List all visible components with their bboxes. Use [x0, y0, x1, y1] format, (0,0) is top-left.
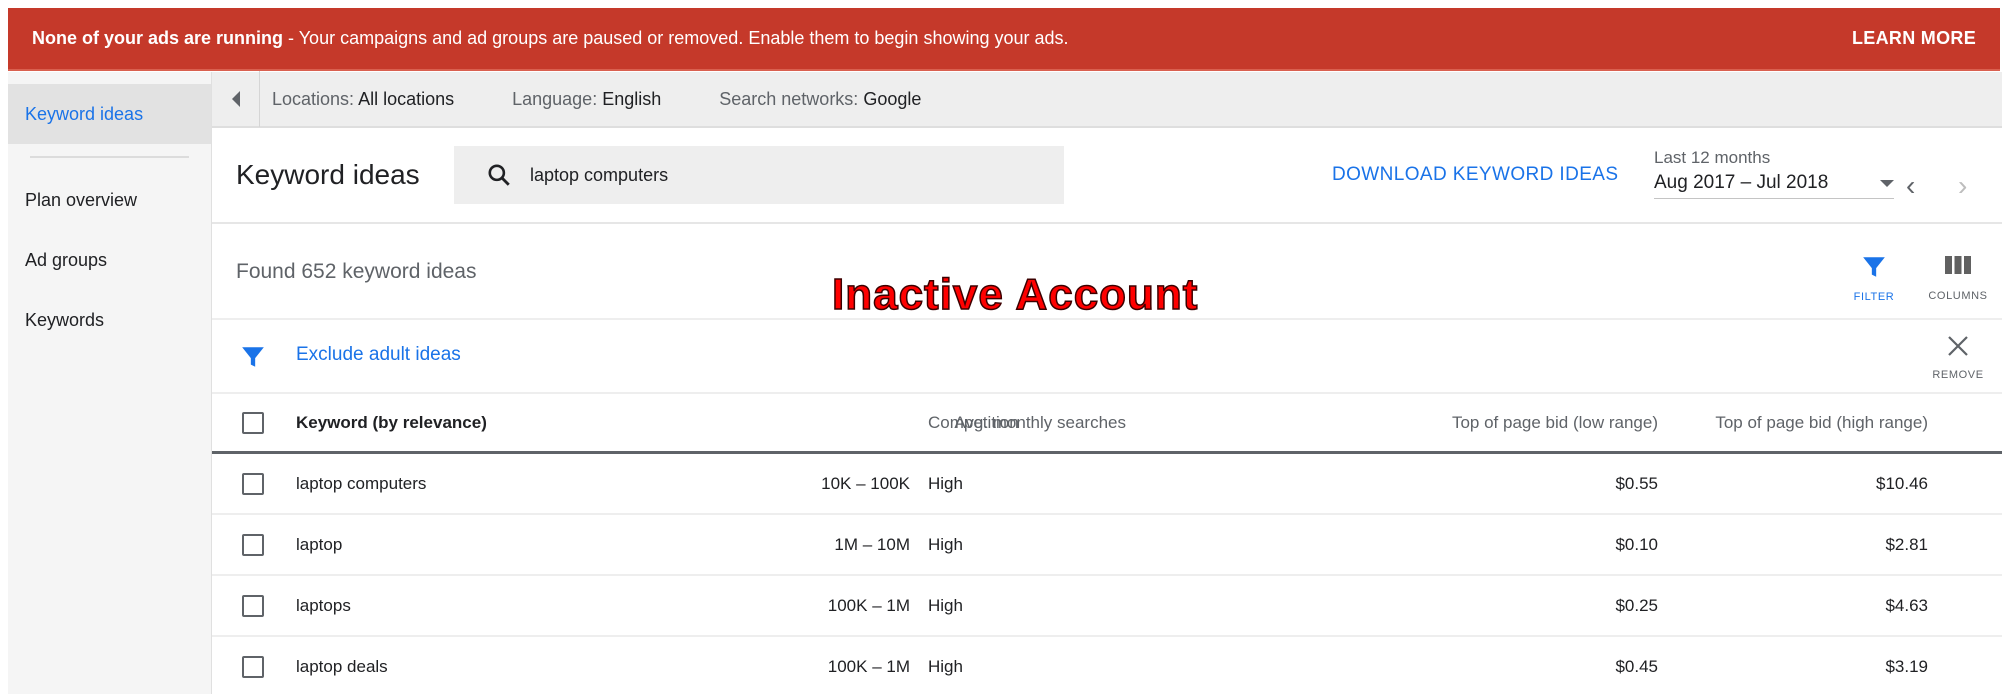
bid-low-cell: $0.25 [1615, 595, 1658, 615]
filter-button[interactable]: FILTER [1834, 254, 1914, 303]
bid-low-cell: $0.55 [1615, 473, 1658, 493]
close-icon [1948, 336, 1968, 356]
results-summary-bar: Found 652 keyword ideas Inactive Account… [212, 224, 2002, 320]
searches-cell: 1M – 10M [834, 534, 910, 554]
search-query: laptop computers [530, 164, 669, 185]
banner-message: None of your ads are running - Your camp… [32, 28, 1852, 49]
competition-cell: High [928, 595, 963, 615]
searches-cell: 10K – 100K [821, 473, 910, 493]
banner-bold: None of your ads are running [32, 28, 284, 48]
bid-high-cell: $2.81 [1885, 534, 1928, 554]
networks-value: Google [863, 88, 922, 109]
language-label: Language: [512, 88, 603, 109]
bid-high-cell: $3.19 [1885, 656, 1928, 676]
table-row: laptops100K – 1MHigh$0.25$4.63– [212, 576, 2002, 637]
active-filter-row: Exclude adult ideas REMOVE [212, 320, 2002, 394]
table-row: laptop1M – 10MHigh$0.10$2.81– [212, 515, 2002, 576]
date-range-label: Last 12 months [1654, 148, 1771, 167]
columns-icon [1945, 256, 1971, 274]
sidebar-item-keyword-ideas[interactable]: Keyword ideas [8, 84, 211, 144]
alert-banner: None of your ads are running - Your camp… [8, 8, 2000, 71]
row-checkbox[interactable] [242, 594, 264, 617]
search-networks-selector[interactable]: Search networks: Google [719, 89, 921, 110]
bid-low-cell: $0.45 [1615, 656, 1658, 676]
bid-low-cell: $0.10 [1615, 534, 1658, 554]
table-row: laptop computers 10K – 100K High $0.55 $10.4… [212, 454, 2002, 515]
dropdown-arrow-icon [1880, 179, 1894, 187]
bid-high-cell: $4.63 [1885, 595, 1928, 615]
columns-label: COLUMNS [1928, 290, 1988, 302]
filter-icon [1863, 257, 1885, 277]
locations-label: Locations: [272, 88, 359, 109]
column-header-keyword[interactable]: Keyword (by relevance) [296, 413, 487, 433]
remove-filter-button[interactable]: REMOVE [1918, 334, 1998, 381]
row-checkbox[interactable] [242, 655, 264, 678]
triangle-left-icon [231, 91, 240, 107]
date-range-value: Aug 2017 – Jul 2018 [1654, 172, 1829, 193]
page-header: Keyword ideas laptop computers DOWNLOAD … [212, 128, 2002, 224]
keyword-cell: laptop deals [296, 656, 388, 676]
locations-value: All locations [358, 88, 455, 109]
filter-label: FILTER [1853, 291, 1895, 303]
keyword-cell: laptop computers [296, 473, 427, 493]
previous-period-icon[interactable]: ‹ [1906, 172, 1915, 200]
bid-high-cell: $10.46 [1876, 473, 1928, 493]
sidebar-item-ad-groups[interactable]: Ad groups [8, 230, 211, 290]
sidebar: Keyword ideas Plan overview Ad groups Ke… [8, 72, 212, 694]
column-header-competition[interactable]: Competition [928, 413, 1019, 433]
targeting-bar: Locations: All locations Language: Engli… [212, 71, 2002, 128]
row-checkbox[interactable] [242, 533, 264, 556]
filter-icon [242, 347, 264, 367]
sidebar-item-keywords[interactable]: Keywords [8, 290, 211, 350]
page-title: Keyword ideas [236, 159, 420, 190]
next-period-icon[interactable]: › [1958, 172, 1967, 200]
table-row: laptop deals100K – 1MHigh$0.45$3.19– [212, 637, 2002, 694]
language-value: English [602, 88, 662, 109]
keyword-search-input[interactable]: laptop computers [454, 146, 1064, 204]
select-all-checkbox[interactable] [242, 411, 264, 434]
download-keyword-ideas-button[interactable]: DOWNLOAD KEYWORD IDEAS [1332, 164, 1618, 186]
date-range-selector[interactable]: Last 12 months Aug 2017 – Jul 2018 [1654, 148, 1894, 199]
locations-selector[interactable]: Locations: All locations [272, 89, 454, 110]
sidebar-divider [30, 156, 189, 158]
results-count: Found 652 keyword ideas [236, 260, 477, 283]
column-header-bid-high[interactable]: Top of page bid (high range) [1715, 413, 1928, 433]
search-icon [488, 164, 510, 186]
competition-cell: High [928, 473, 963, 493]
remove-label: REMOVE [1932, 369, 1984, 381]
keyword-cell: laptops [296, 595, 351, 615]
columns-button[interactable]: COLUMNS [1918, 254, 1998, 302]
date-range-dropdown[interactable]: Aug 2017 – Jul 2018 [1654, 172, 1894, 199]
banner-text: - Your campaigns and ad groups are pause… [283, 28, 1069, 48]
exclude-adult-ideas-filter[interactable]: Exclude adult ideas [296, 344, 461, 366]
sidebar-item-plan-overview[interactable]: Plan overview [8, 170, 211, 230]
language-selector[interactable]: Language: English [512, 89, 661, 110]
searches-cell: 100K – 1M [827, 595, 910, 615]
collapse-sidebar-button[interactable] [212, 71, 260, 127]
table-body: laptop computers 10K – 100K High $0.55 $10.4… [212, 454, 2002, 694]
row-checkbox[interactable] [242, 472, 264, 495]
keyword-cell: laptop [296, 534, 343, 554]
learn-more-link[interactable]: LEARN MORE [1852, 28, 1976, 49]
column-header-bid-low[interactable]: Top of page bid (low range) [1452, 413, 1658, 433]
main-panel: Locations: All locations Language: Engli… [212, 71, 2002, 694]
networks-label: Search networks: [719, 88, 864, 109]
competition-cell: High [928, 656, 963, 676]
inactive-account-overlay: Inactive Account [831, 269, 1199, 320]
table-header: Keyword (by relevance) Avg. monthly sear… [212, 394, 2002, 454]
competition-cell: High [928, 534, 963, 554]
searches-cell: 100K – 1M [827, 656, 910, 676]
